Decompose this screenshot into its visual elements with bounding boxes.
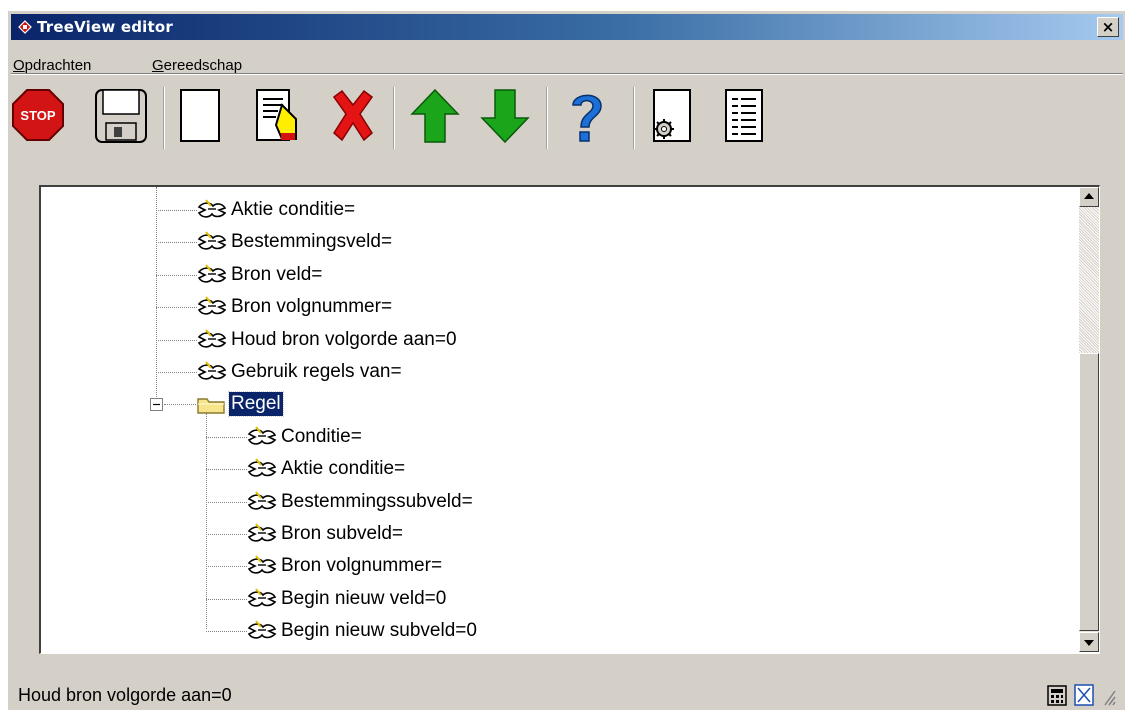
move-up-icon[interactable] bbox=[408, 87, 462, 145]
toolbar-separator bbox=[163, 87, 165, 149]
arrow-up-icon bbox=[1084, 193, 1094, 199]
scroll-thumb[interactable] bbox=[1079, 353, 1099, 631]
collapse-icon[interactable] bbox=[150, 398, 163, 412]
tree-item[interactable]: Conditie= bbox=[41, 423, 1071, 451]
tree-item-label: Bron volgnummer= bbox=[281, 555, 443, 577]
property-icon bbox=[197, 231, 227, 251]
toolbar-divider bbox=[11, 73, 1123, 75]
fullscreen-icon[interactable] bbox=[1073, 683, 1095, 707]
property-icon bbox=[197, 264, 227, 283]
property-icon bbox=[247, 620, 277, 639]
stop-icon[interactable]: STOP bbox=[10, 87, 66, 143]
tree-item[interactable]: Houd bron volgorde aan=0 bbox=[41, 326, 1071, 354]
tree-item[interactable]: Bestemmingsveld= bbox=[41, 228, 1071, 256]
scroll-down-button[interactable] bbox=[1079, 632, 1099, 652]
tree-connector-line bbox=[206, 598, 247, 600]
settings-document-icon[interactable] bbox=[648, 87, 696, 145]
tree-item-label: Houd bron volgorde aan=0 bbox=[231, 328, 457, 350]
property-icon bbox=[197, 328, 227, 348]
stop-label: STOP bbox=[20, 108, 55, 123]
tree-item[interactable]: Aktie conditie= bbox=[41, 455, 1071, 483]
tree-item-label: Bron subveld= bbox=[281, 523, 403, 544]
tree-folder-label: Regel bbox=[228, 391, 284, 418]
status-icons bbox=[1046, 683, 1116, 710]
vertical-scrollbar[interactable] bbox=[1079, 187, 1099, 652]
tree-connector-line bbox=[156, 307, 197, 309]
property-icon bbox=[247, 490, 277, 510]
tree-item-label: Bron veld= bbox=[231, 263, 323, 285]
tree-item-label: Begin nieuw veld=0 bbox=[281, 587, 447, 609]
tree-item[interactable]: Bron volgnummer= bbox=[41, 293, 1071, 321]
tree-connector-line bbox=[206, 501, 247, 503]
tree-item-label: Bestemmingssubveld= bbox=[281, 490, 473, 512]
property-icon bbox=[247, 555, 277, 575]
tree-item[interactable]: Bron subveld= bbox=[41, 520, 1071, 548]
tree-connector-line bbox=[206, 469, 247, 471]
tree-folder-node[interactable]: Regel bbox=[41, 390, 1071, 418]
arrow-down-icon bbox=[1084, 640, 1094, 646]
tree-item-label: Aktie conditie= bbox=[281, 458, 406, 480]
calculator-icon[interactable] bbox=[1046, 683, 1068, 707]
property-icon bbox=[197, 361, 227, 380]
new-page-icon[interactable] bbox=[178, 87, 224, 145]
menu-gereedschap-label: Gereedschap bbox=[152, 57, 243, 74]
tree-connector-line bbox=[206, 534, 247, 535]
property-icon bbox=[247, 523, 277, 542]
tree-item-label: Aktie conditie= bbox=[231, 199, 356, 220]
tree-item[interactable]: Bron veld= bbox=[41, 261, 1071, 289]
menu-opdrachten-label: Opdrachten bbox=[13, 57, 92, 74]
tree-connector-line bbox=[206, 631, 247, 633]
tree-connector-line bbox=[206, 566, 247, 568]
title-bar[interactable]: TreeView editor × bbox=[11, 14, 1123, 40]
list-document-icon[interactable] bbox=[720, 87, 768, 145]
tree-connector-line bbox=[156, 210, 197, 211]
tree-connector-line bbox=[206, 436, 247, 438]
edit-document-icon[interactable] bbox=[254, 87, 302, 145]
property-icon bbox=[247, 588, 277, 607]
scroll-track[interactable] bbox=[1079, 207, 1099, 353]
move-down-icon[interactable] bbox=[478, 87, 532, 145]
toolbar-separator bbox=[393, 87, 395, 149]
property-icon bbox=[247, 426, 277, 445]
folder-icon bbox=[197, 398, 225, 415]
tree-item[interactable]: Gebruik regels van= bbox=[41, 358, 1071, 386]
tree-item[interactable]: Bron volgnummer= bbox=[41, 552, 1071, 580]
app-icon bbox=[18, 20, 32, 34]
tree-connector-line bbox=[156, 372, 197, 373]
tree-item-label: Bron volgnummer= bbox=[231, 296, 393, 318]
delete-icon[interactable] bbox=[326, 87, 380, 145]
treeview-editor-window: TreeView editor × Opdrachten Gereedschap… bbox=[7, 10, 1125, 710]
resize-grip-icon[interactable] bbox=[1100, 683, 1116, 707]
tree-item-label: Begin nieuw subveld=0 bbox=[281, 620, 477, 642]
tree-connector-line bbox=[156, 274, 197, 276]
property-icon bbox=[197, 199, 227, 218]
tree-connector-line bbox=[156, 339, 197, 341]
close-button[interactable]: × bbox=[1097, 17, 1119, 37]
scroll-up-button[interactable] bbox=[1079, 187, 1099, 207]
toolbar-separator bbox=[546, 87, 548, 149]
tree-view[interactable]: Aktie conditie= Bestemmingsveld= Bron veld… bbox=[39, 185, 1100, 654]
save-icon[interactable] bbox=[92, 87, 150, 145]
tree-connector-line bbox=[164, 404, 196, 406]
tree-item-label: Gebruik regels van= bbox=[231, 361, 402, 382]
toolbar-separator bbox=[633, 87, 635, 149]
status-text: Houd bron volgorde aan=0 bbox=[18, 685, 232, 705]
tree-item[interactable]: Aktie conditie= bbox=[41, 196, 1071, 224]
tree-item-label: Bestemmingsveld= bbox=[231, 231, 393, 253]
tree-item[interactable]: Begin nieuw veld=0 bbox=[41, 585, 1071, 613]
help-icon[interactable] bbox=[561, 87, 613, 145]
tree-item[interactable]: Bestemmingssubveld= bbox=[41, 488, 1071, 516]
tree-connector-line bbox=[156, 242, 197, 244]
property-icon bbox=[197, 296, 227, 315]
property-icon bbox=[247, 458, 277, 477]
menu-opdrachten[interactable]: Opdrachten bbox=[13, 57, 91, 74]
tree-item-label: Conditie= bbox=[281, 425, 362, 447]
tree-item[interactable]: Begin nieuw subveld=0 bbox=[41, 617, 1071, 645]
window-title: TreeView editor bbox=[37, 18, 173, 36]
menu-gereedschap[interactable]: Gereedschap bbox=[152, 57, 242, 74]
status-bar: Houd bron volgorde aan=0 bbox=[8, 667, 1125, 710]
